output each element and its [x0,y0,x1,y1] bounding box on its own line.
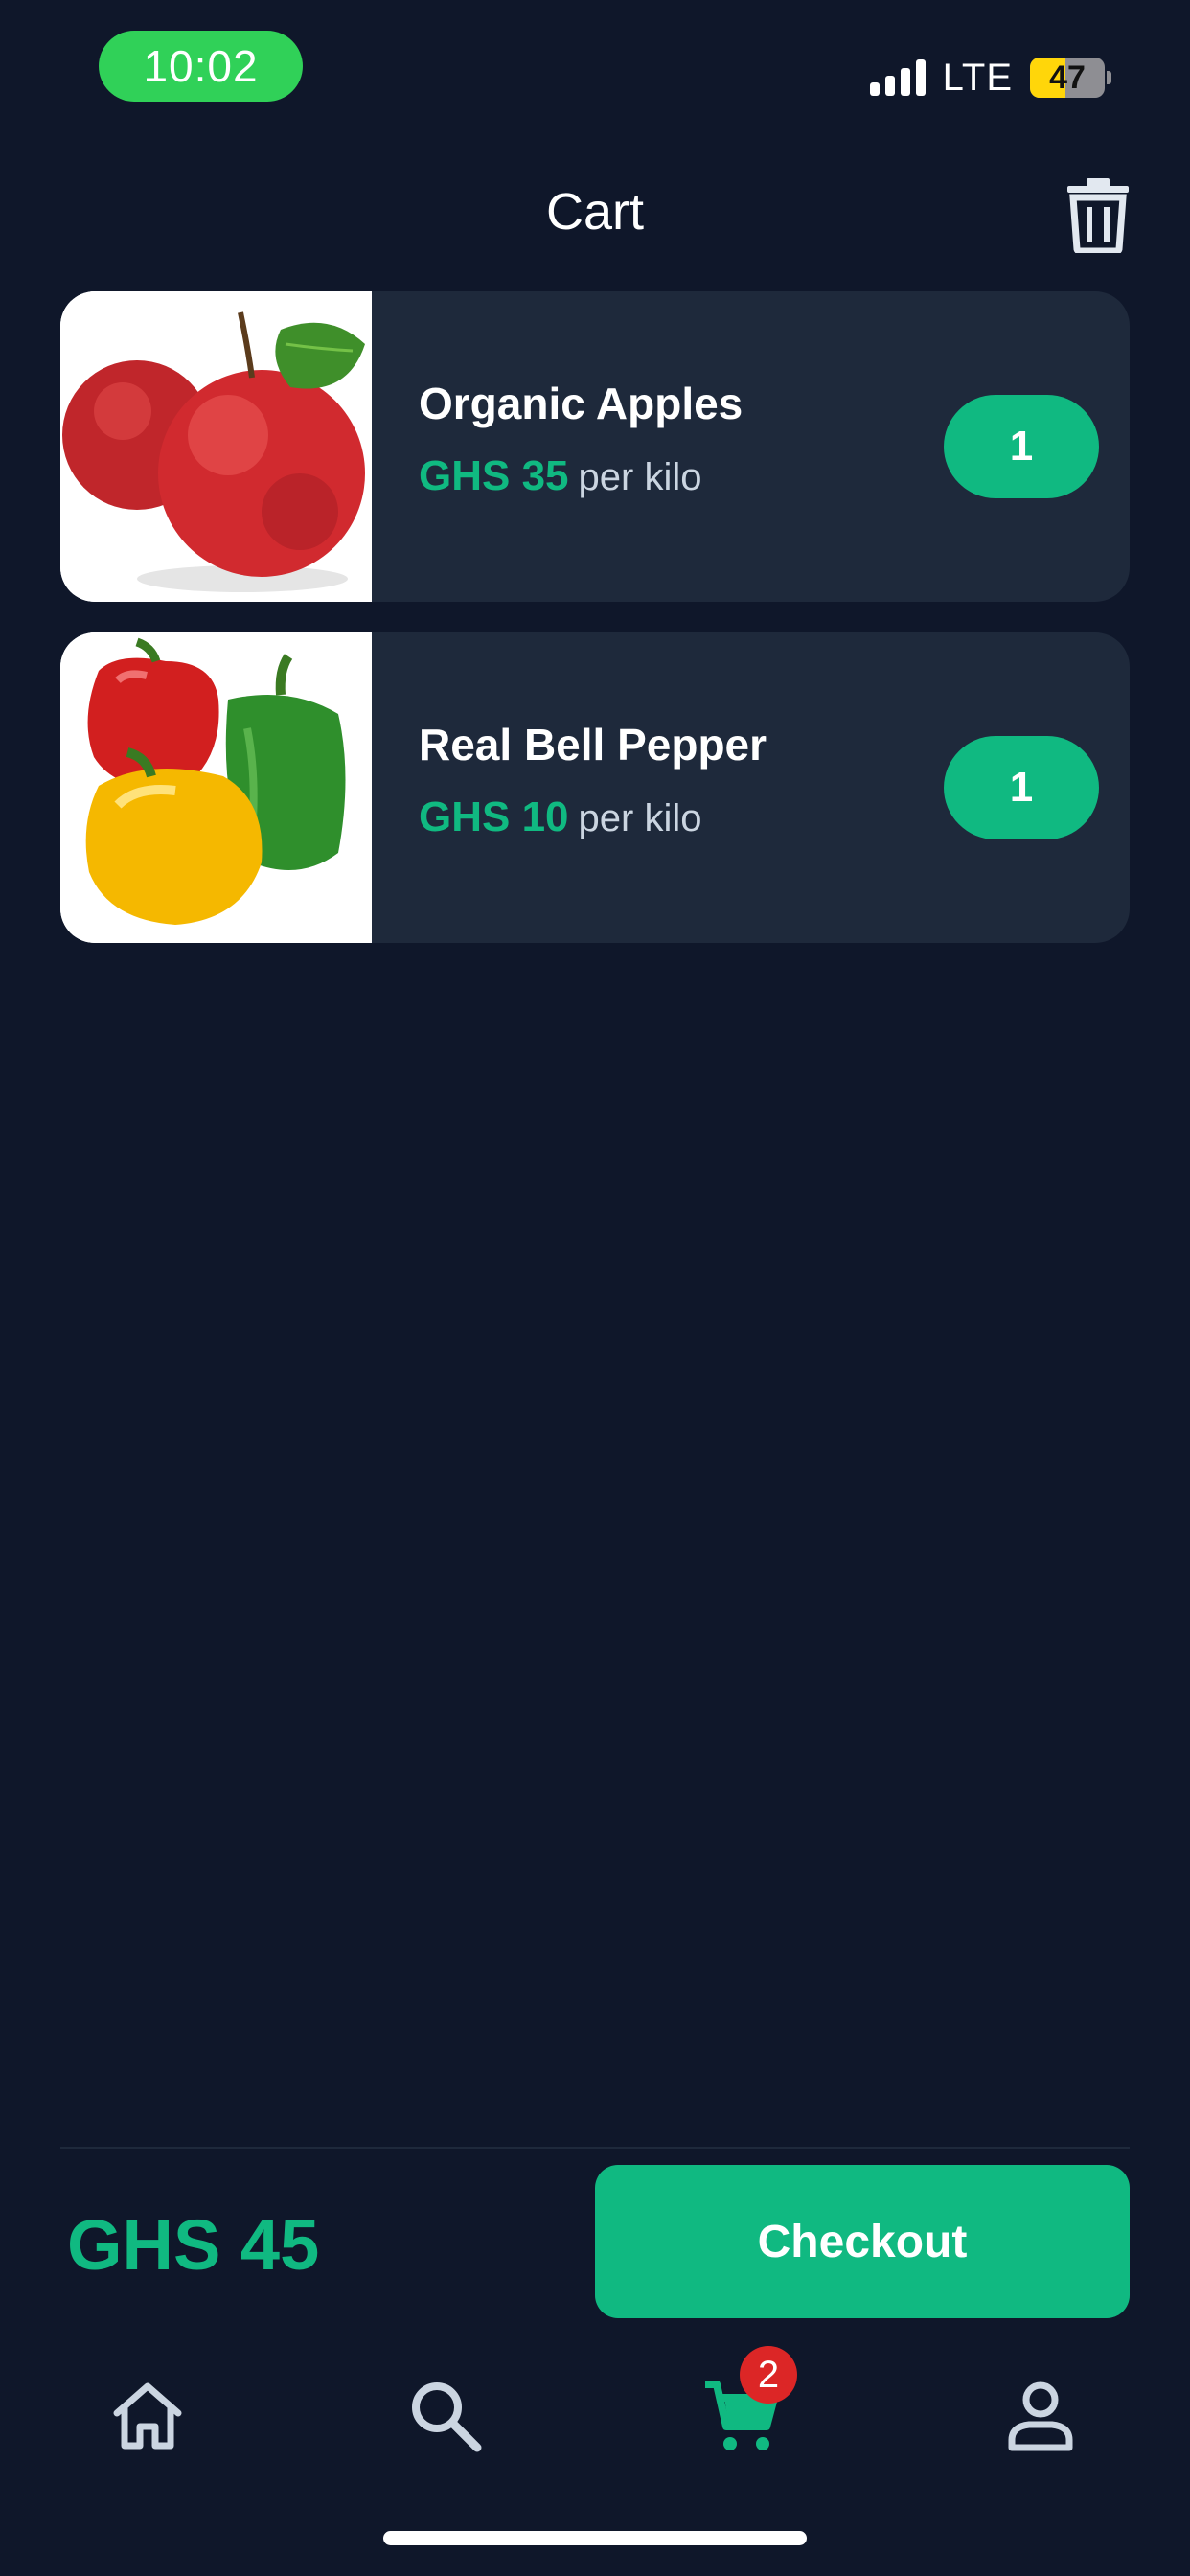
quantity-button[interactable]: 1 [944,736,1099,840]
item-price-line: GHS 10 per kilo [419,794,701,841]
cart-badge: 2 [740,2346,797,2404]
apples-image [60,291,372,602]
status-time: 10:02 [99,31,303,102]
battery-icon: 47 [1030,58,1105,98]
nav-home[interactable] [100,2367,195,2463]
battery-nub [1107,71,1111,84]
item-price: GHS 35 [419,452,569,499]
bottom-nav: 2 [0,2346,1190,2463]
clear-cart-button[interactable] [1064,176,1133,255]
checkout-button[interactable]: Checkout [595,2165,1130,2318]
nav-profile[interactable] [993,2367,1088,2463]
footer-divider [60,2147,1130,2149]
header: Cart [0,163,1190,259]
search-icon [412,2382,482,2452]
item-unit: per kilo [578,456,702,498]
status-bar: 10:02 LTE 47 [0,0,1190,134]
nav-cart[interactable]: 2 [694,2346,797,2463]
status-indicators: LTE 47 [869,54,1111,102]
cart-total: GHS 45 [67,2205,320,2285]
item-price: GHS 10 [419,794,569,840]
home-indicator [383,2531,807,2545]
bell-peppers-image [60,632,372,943]
battery-percent: 47 [1049,58,1086,96]
quantity-button[interactable]: 1 [944,395,1099,498]
page-title: Cart [545,183,644,241]
item-name: Real Bell Pepper [419,720,767,770]
signal-icon [869,59,926,96]
item-unit: per kilo [578,797,702,840]
trash-icon [1067,178,1129,255]
nav-search[interactable] [397,2367,492,2463]
cart-item[interactable]: Organic Apples GHS 35 per kilo 1 [60,291,1130,602]
home-icon [113,2382,182,2450]
item-price-line: GHS 35 per kilo [419,452,701,500]
profile-icon [1008,2381,1073,2451]
item-name: Organic Apples [419,379,744,428]
cart-list: Organic Apples GHS 35 per kilo 1 Real Bel… [60,291,1130,974]
network-type: LTE [942,56,1013,99]
cart-item[interactable]: Real Bell Pepper GHS 10 per kilo 1 [60,632,1130,943]
